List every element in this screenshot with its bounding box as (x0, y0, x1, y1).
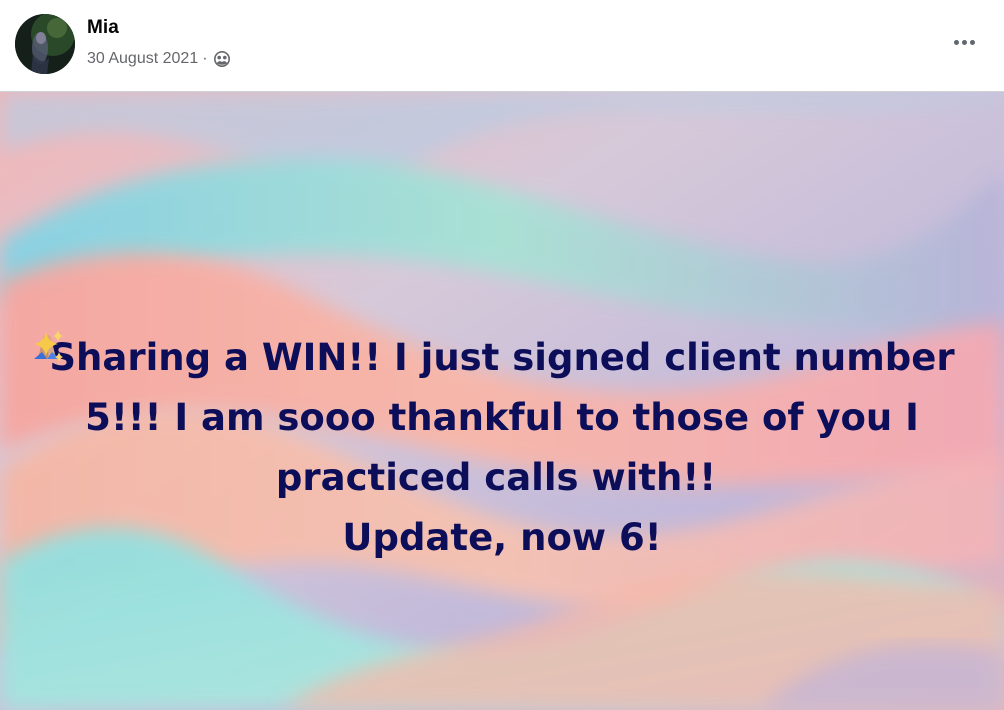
post-text-line-1: Sharing a WIN!! I just signed client num… (49, 336, 955, 379)
post-card: Mia 30 August 2021 · Sharing a WIN!! I j… (0, 0, 1004, 710)
author-name[interactable]: Mia (87, 17, 119, 39)
post-text-line-2: 5!!! I am sooo thankful to those of you … (85, 396, 919, 439)
more-options-icon (953, 39, 975, 45)
post-text-line-3: practiced calls with!! (275, 456, 717, 499)
friends-icon[interactable] (213, 50, 231, 68)
post-text-line-4: Update, now 6! (342, 516, 662, 559)
post-message: Sharing a WIN!! I just signed client num… (30, 328, 974, 568)
post-background: Sharing a WIN!! I just signed client num… (0, 92, 1004, 710)
post-header: Mia 30 August 2021 · (0, 0, 1004, 92)
post-text-line-3-wrapper: practiced calls with!! (30, 330, 974, 508)
post-meta: 30 August 2021 · (87, 49, 231, 69)
more-options-button[interactable] (948, 28, 980, 56)
author-avatar[interactable] (15, 14, 75, 74)
meta-separator: · (202, 50, 208, 67)
post-date[interactable]: 30 August 2021 (87, 50, 198, 68)
